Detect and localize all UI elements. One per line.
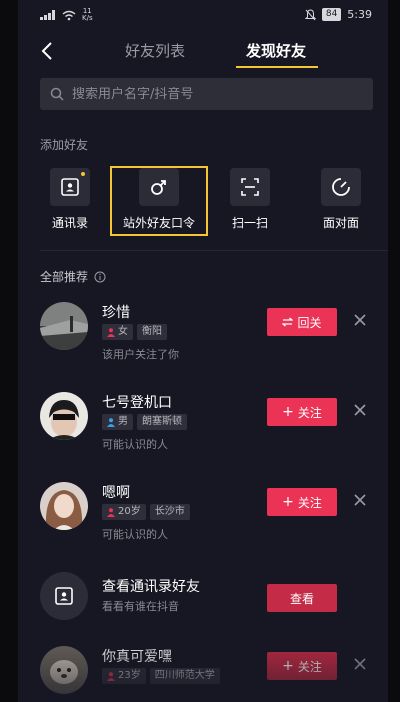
contacts-title[interactable]: 查看通讯录好友 bbox=[102, 576, 200, 596]
close-icon[interactable] bbox=[352, 492, 368, 508]
plus-icon: + bbox=[282, 404, 294, 420]
tab-friend-list[interactable]: 好友列表 bbox=[125, 40, 185, 61]
age-tag: 20岁 bbox=[102, 504, 146, 520]
close-icon[interactable] bbox=[352, 656, 368, 672]
gender-text: 男 bbox=[118, 416, 128, 427]
recommend-header: 全部推荐 bbox=[40, 268, 106, 285]
info-icon[interactable] bbox=[94, 271, 106, 283]
section-divider bbox=[40, 250, 388, 251]
follow-back-button[interactable]: 回关 bbox=[267, 308, 337, 336]
follow-button[interactable]: + 关注 bbox=[267, 488, 337, 516]
contacts-description: 看看有谁在抖音 bbox=[102, 600, 179, 613]
user-name[interactable]: 七号登机口 bbox=[102, 392, 172, 412]
plus-icon: + bbox=[282, 494, 294, 510]
face-to-face-option[interactable]: 面对面 bbox=[301, 168, 381, 231]
status-bar: 11 K/s 84 5:39 bbox=[18, 0, 388, 30]
highlight-box bbox=[110, 166, 208, 236]
wifi-icon bbox=[62, 10, 76, 20]
user-tags: 女 衡阳 bbox=[102, 324, 167, 340]
signal-icon bbox=[40, 10, 56, 20]
add-friends-title: 添加好友 bbox=[40, 138, 89, 152]
location-tag: 长沙市 bbox=[149, 504, 190, 520]
battery-indicator: 84 bbox=[321, 8, 342, 21]
search-input[interactable] bbox=[72, 86, 352, 102]
follow-button[interactable]: + 关注 bbox=[267, 652, 337, 680]
location-tag: 衡阳 bbox=[137, 324, 167, 340]
user-name[interactable]: 嗯啊 bbox=[102, 482, 130, 502]
active-tab-underline bbox=[236, 66, 318, 68]
gender-tag: 男 bbox=[102, 414, 133, 430]
contacts-label: 通讯录 bbox=[51, 216, 88, 230]
scan-icon bbox=[230, 168, 270, 206]
avatar[interactable] bbox=[40, 392, 88, 440]
user-description: 可能认识的人 bbox=[102, 528, 168, 541]
person-icon bbox=[107, 671, 115, 681]
user-name[interactable]: 珍惜 bbox=[102, 302, 130, 322]
user-tags: 23岁 四川师范大学 bbox=[102, 668, 220, 684]
user-tags: 20岁 长沙市 bbox=[102, 504, 190, 520]
person-icon bbox=[107, 417, 115, 427]
age-text: 23岁 bbox=[118, 670, 141, 681]
person-icon bbox=[107, 327, 115, 337]
plus-icon: + bbox=[282, 658, 294, 674]
list-item[interactable]: 珍惜 女 衡阳 该用户关注了你 回关 bbox=[18, 302, 388, 374]
search-bar[interactable] bbox=[40, 78, 373, 110]
age-text: 20岁 bbox=[118, 506, 141, 517]
tab-discover-friends[interactable]: 发现好友 bbox=[246, 40, 306, 61]
follow-button[interactable]: + 关注 bbox=[267, 398, 337, 426]
status-right: 84 5:39 bbox=[304, 8, 372, 21]
location-tag: 朗塞斯顿 bbox=[137, 414, 187, 430]
school-tag: 四川师范大学 bbox=[149, 668, 220, 684]
list-item[interactable]: 你真可爱嘿 23岁 四川师范大学 + 关注 bbox=[18, 646, 388, 702]
view-label: 查看 bbox=[289, 591, 314, 606]
age-tag: 23岁 bbox=[102, 668, 146, 684]
user-name[interactable]: 你真可爱嘿 bbox=[102, 646, 172, 666]
gender-tag: 女 bbox=[102, 324, 133, 340]
scan-label: 扫一扫 bbox=[231, 216, 268, 230]
clock: 5:39 bbox=[347, 8, 372, 21]
back-arrow-icon[interactable] bbox=[38, 40, 58, 62]
follow-back-label: 回关 bbox=[297, 315, 322, 330]
close-icon[interactable] bbox=[352, 312, 368, 328]
follow-label: 关注 bbox=[297, 659, 322, 674]
gender-text: 女 bbox=[118, 326, 128, 337]
list-item[interactable]: 七号登机口 男 朗塞斯顿 可能认识的人 + 关注 bbox=[18, 392, 388, 464]
notification-dot bbox=[81, 172, 85, 176]
contacts-option[interactable]: 通讯录 bbox=[30, 168, 110, 231]
avatar[interactable] bbox=[40, 302, 88, 350]
view-contacts-button[interactable]: 查看 bbox=[267, 584, 337, 612]
top-nav: 好友列表 发现好友 bbox=[18, 34, 388, 70]
contact-card-icon bbox=[40, 572, 88, 620]
mute-bell-icon bbox=[304, 8, 316, 20]
phone-frame: 11K/s 84 5:39 好友列表 发现好友 添加好友 通讯录 bbox=[0, 0, 400, 702]
face-to-face-label: 面对面 bbox=[322, 216, 359, 230]
list-item[interactable]: 嗯啊 20岁 长沙市 可能认识的人 + 关注 bbox=[18, 482, 388, 554]
status-left: 11 K/s bbox=[40, 8, 93, 22]
contact-card-icon bbox=[50, 168, 90, 206]
list-item-contacts[interactable]: 查看通讯录好友 看看有谁在抖音 查看 bbox=[18, 572, 388, 644]
scan-option[interactable]: 扫一扫 bbox=[210, 168, 290, 231]
close-icon[interactable] bbox=[352, 402, 368, 418]
user-description: 可能认识的人 bbox=[102, 438, 168, 451]
gauge-icon bbox=[321, 168, 361, 206]
screen: 11K/s 84 5:39 好友列表 发现好友 添加好友 通讯录 bbox=[18, 0, 388, 702]
follow-label: 关注 bbox=[297, 495, 322, 510]
follow-label: 关注 bbox=[297, 405, 322, 420]
avatar[interactable] bbox=[40, 482, 88, 530]
avatar[interactable] bbox=[40, 646, 88, 694]
person-icon bbox=[107, 507, 115, 517]
user-tags: 男 朗塞斯顿 bbox=[102, 414, 187, 430]
recommend-title: 全部推荐 bbox=[40, 270, 89, 284]
search-icon bbox=[50, 87, 64, 101]
network-speed-unit: K/s bbox=[82, 14, 93, 22]
user-description: 该用户关注了你 bbox=[102, 348, 179, 361]
network-speed: 11 K/s bbox=[82, 8, 93, 22]
swap-arrows-icon bbox=[282, 317, 294, 327]
